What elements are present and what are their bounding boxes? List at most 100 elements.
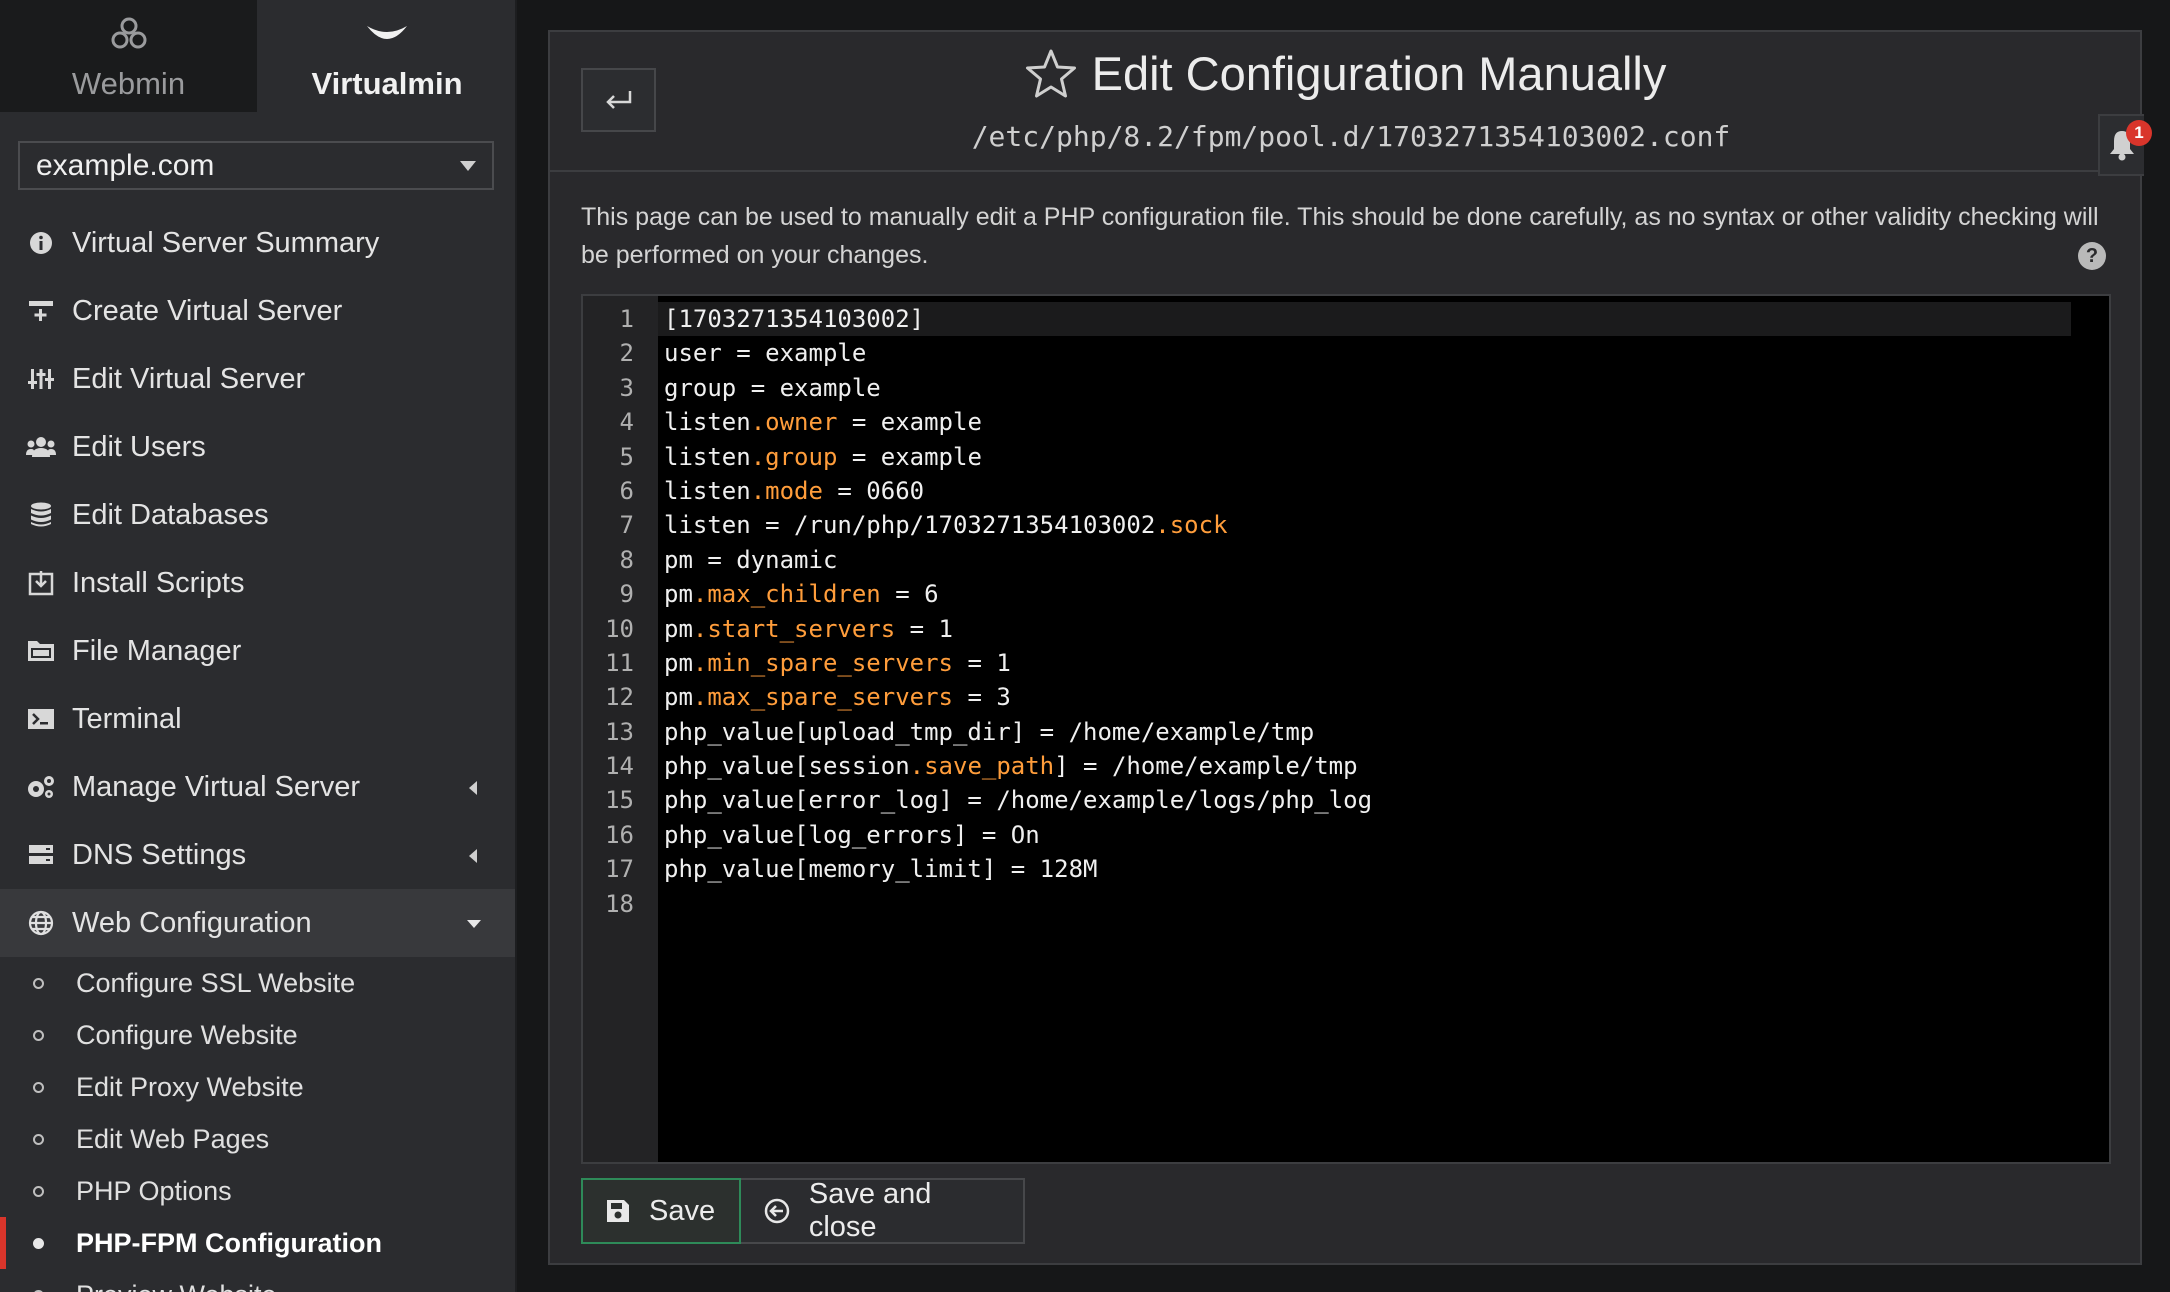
menu-item-label: Edit Databases bbox=[72, 498, 269, 531]
save-and-close-button-label: Save and close bbox=[808, 1178, 932, 1243]
code-line: php_value[memory_limit] = 128M bbox=[664, 855, 1098, 884]
menu-item-label: Terminal bbox=[72, 702, 182, 735]
download-box-icon bbox=[24, 566, 58, 600]
code-line: pm = dynamic bbox=[664, 545, 838, 574]
help-icon[interactable]: ? bbox=[2078, 242, 2106, 270]
dns-server-icon bbox=[24, 838, 58, 872]
line-number-gutter: 1 2 3 4 5 6 7 8 9 10 11 12 13 14 15 16 17 18 bbox=[583, 296, 658, 1162]
menu-item-dns-settings[interactable]: DNS Settings bbox=[0, 821, 515, 889]
save-button-label: Save bbox=[649, 1194, 716, 1227]
menu-item-install-scripts[interactable]: Install Scripts bbox=[0, 549, 515, 617]
gears-icon bbox=[24, 770, 58, 804]
product-switcher: Webmin Virtualmin bbox=[0, 0, 515, 112]
menu-item-file-manager[interactable]: File Manager bbox=[0, 617, 515, 685]
line-number: 8 bbox=[619, 545, 634, 574]
submenu-item-label: Edit Web Pages bbox=[76, 1123, 270, 1154]
menu-item-label: Create Virtual Server bbox=[72, 294, 343, 327]
submenu-item-php-fpm-configuration[interactable]: PHP-FPM Configuration bbox=[0, 1217, 515, 1269]
code-line: pm.min_spare_servers = 1 bbox=[664, 648, 1011, 677]
line-number: 6 bbox=[619, 476, 634, 505]
submenu-item-label: PHP-FPM Configuration bbox=[76, 1227, 382, 1258]
line-number: 13 bbox=[605, 717, 634, 746]
code-line: pm.start_servers = 1 bbox=[664, 614, 953, 643]
panel-header: Edit Configuration Manually /etc/php/8.2… bbox=[550, 32, 2152, 176]
line-number: 7 bbox=[619, 511, 634, 540]
code-line: [1703271354103002] bbox=[658, 302, 2071, 337]
domain-select[interactable]: example.com bbox=[18, 141, 494, 190]
code-line: group = example bbox=[664, 373, 881, 402]
menu-item-edit-users[interactable]: Edit Users bbox=[0, 413, 515, 481]
menu-item-terminal[interactable]: Terminal bbox=[0, 685, 515, 753]
webmin-tab[interactable]: Webmin bbox=[0, 0, 257, 112]
chevron-left-icon bbox=[469, 849, 477, 863]
submenu-item-configure-ssl-website[interactable]: Configure SSL Website bbox=[0, 957, 515, 1009]
menu-item-web-configuration[interactable]: Web Configuration bbox=[0, 889, 515, 957]
page-description: This page can be used to manually edit a… bbox=[581, 203, 2099, 269]
line-number: 9 bbox=[619, 580, 634, 609]
bullet-icon bbox=[33, 1238, 44, 1249]
code-line: pm.max_spare_servers = 3 bbox=[664, 683, 1011, 712]
code-line: listen.group = example bbox=[664, 442, 982, 471]
code-line: listen.mode = 0660 bbox=[664, 476, 925, 505]
submenu-item-edit-proxy-website[interactable]: Edit Proxy Website bbox=[0, 1061, 515, 1113]
bullet-icon bbox=[33, 1134, 44, 1145]
webmin-tab-label: Webmin bbox=[71, 66, 186, 101]
code-area[interactable]: [1703271354103002] user = example group = … bbox=[658, 296, 2109, 1162]
submenu-item-php-options[interactable]: PHP Options bbox=[0, 1165, 515, 1217]
save-and-close-button[interactable]: Save and close bbox=[741, 1178, 1025, 1244]
virtualmin-menu: Virtual Server Summary Create Virtual Se… bbox=[0, 209, 515, 1292]
menu-item-manage-virtual-server[interactable]: Manage Virtual Server bbox=[0, 753, 515, 821]
menu-item-edit-virtual-server[interactable]: Edit Virtual Server bbox=[0, 345, 515, 413]
menu-item-label: Virtual Server Summary bbox=[72, 226, 380, 259]
code-line: php_value[session.save_path] = /home/exa… bbox=[664, 752, 1358, 781]
page-title: Edit Configuration Manually bbox=[1091, 47, 1667, 100]
database-icon bbox=[24, 498, 58, 532]
virtualmin-logo-icon bbox=[365, 12, 409, 56]
submenu-item-label: Configure Website bbox=[76, 1019, 298, 1050]
code-editor[interactable]: 1 2 3 4 5 6 7 8 9 10 11 12 13 14 15 16 17 18 [17032713541… bbox=[581, 294, 2111, 1164]
sliders-icon bbox=[24, 362, 58, 396]
chevron-down-icon bbox=[467, 920, 481, 928]
floppy-disk-icon bbox=[605, 1196, 631, 1226]
bullet-icon bbox=[33, 1030, 44, 1041]
folder-icon bbox=[24, 634, 58, 668]
virtualmin-tab[interactable]: Virtualmin bbox=[257, 0, 515, 112]
domain-select-value: example.com bbox=[36, 148, 215, 182]
star-icon[interactable] bbox=[1024, 47, 1078, 101]
menu-item-label: Edit Virtual Server bbox=[72, 362, 306, 395]
menu-item-label: Web Configuration bbox=[72, 906, 312, 939]
users-icon bbox=[24, 430, 58, 464]
line-number: 11 bbox=[605, 648, 634, 677]
code-line: php_value[log_errors] = On bbox=[664, 820, 1040, 849]
menu-item-label: DNS Settings bbox=[72, 838, 247, 871]
line-number: 10 bbox=[605, 614, 634, 643]
caret-down-icon bbox=[460, 160, 476, 171]
submenu-item-label: Configure SSL Website bbox=[76, 967, 356, 998]
menu-item-label: Edit Users bbox=[72, 430, 206, 463]
submenu-item-label: Preview Website bbox=[76, 1280, 277, 1292]
menu-item-create-virtual-server[interactable]: Create Virtual Server bbox=[0, 277, 515, 345]
line-number: 1 bbox=[619, 305, 634, 333]
line-number: 17 bbox=[605, 855, 634, 884]
line-number: 4 bbox=[619, 408, 634, 437]
webmin-logo-icon bbox=[110, 12, 148, 56]
virtualmin-tab-label: Virtualmin bbox=[311, 66, 463, 101]
code-line: user = example bbox=[664, 339, 867, 368]
server-plus-icon bbox=[24, 294, 58, 328]
line-number: 15 bbox=[605, 786, 634, 815]
sidebar: Webmin Virtualmin example.com Virtual Se… bbox=[0, 0, 517, 1292]
globe-icon bbox=[24, 906, 58, 940]
line-number: 2 bbox=[619, 339, 634, 368]
bullet-icon bbox=[33, 1186, 44, 1197]
menu-item-label: Install Scripts bbox=[72, 566, 245, 599]
info-circle-icon bbox=[24, 226, 58, 260]
submenu-item-configure-website[interactable]: Configure Website bbox=[0, 1009, 515, 1061]
submenu-item-edit-web-pages[interactable]: Edit Web Pages bbox=[0, 1113, 515, 1165]
bullet-icon bbox=[33, 978, 44, 989]
menu-item-virtual-server-summary[interactable]: Virtual Server Summary bbox=[0, 209, 515, 277]
menu-item-edit-databases[interactable]: Edit Databases bbox=[0, 481, 515, 549]
save-button[interactable]: Save bbox=[581, 1178, 741, 1244]
submenu-item-label: PHP Options bbox=[76, 1175, 232, 1206]
submenu-item-preview-website[interactable]: Preview Website bbox=[0, 1269, 515, 1292]
